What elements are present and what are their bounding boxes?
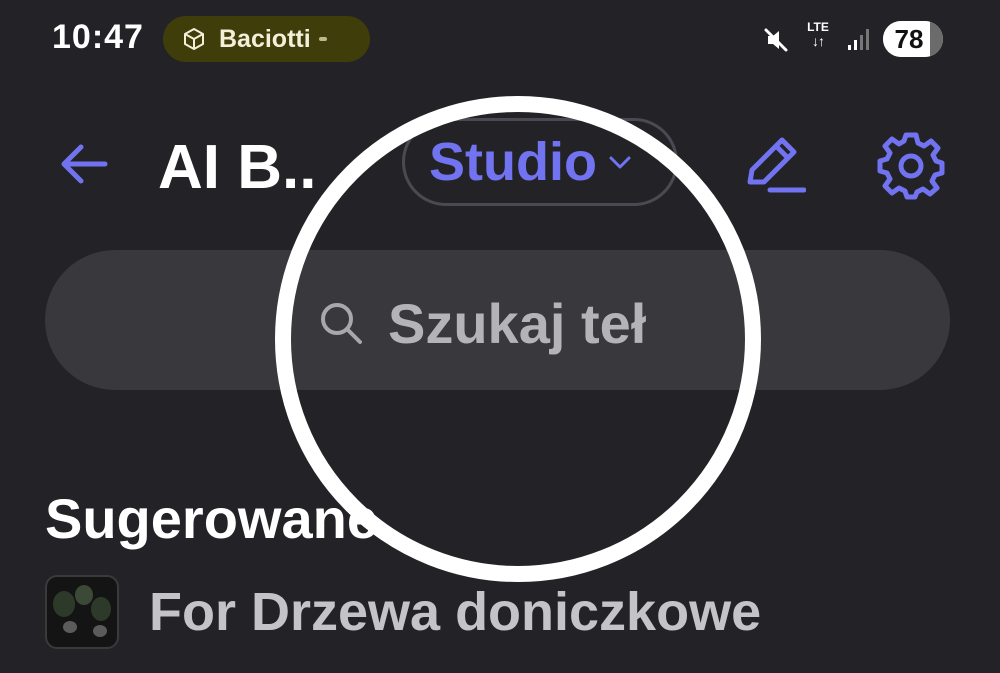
signal-icon: [848, 29, 869, 50]
search-input[interactable]: [388, 283, 818, 363]
battery-indicator: 78: [883, 21, 943, 57]
page-title: AI B..: [158, 133, 317, 202]
edit-button[interactable]: [740, 130, 806, 196]
suggestions-heading: Sugerowane: [45, 487, 378, 550]
plant-thumbnail: [45, 575, 119, 649]
suggestion-item[interactable]: For Drzewa doniczkowe: [45, 572, 945, 652]
back-button[interactable]: [55, 135, 113, 193]
cube-icon: [181, 26, 207, 52]
search-icon: [321, 303, 362, 344]
status-time: 10:47: [52, 18, 144, 56]
app-pill-indicator: [318, 37, 327, 41]
arrow-left-icon: [61, 144, 108, 184]
app-pill-label: Baciotti: [219, 24, 311, 53]
suggestion-label: For Drzewa doniczkowe: [149, 582, 762, 642]
pencil-icon: [747, 137, 806, 193]
gear-icon: [877, 132, 945, 200]
studio-label: Studio: [429, 132, 597, 192]
network-label: LTE: [807, 20, 829, 34]
chevron-down-icon: [609, 156, 631, 169]
data-arrows-icon: ↓↑: [812, 33, 825, 49]
network-type: LTE ↓↑: [803, 21, 833, 49]
mute-icon: [764, 28, 788, 52]
studio-dropdown[interactable]: Studio: [402, 118, 678, 206]
settings-button[interactable]: [875, 130, 947, 202]
active-app-pill[interactable]: Baciotti: [163, 16, 370, 62]
battery-percent: 78: [894, 24, 924, 54]
